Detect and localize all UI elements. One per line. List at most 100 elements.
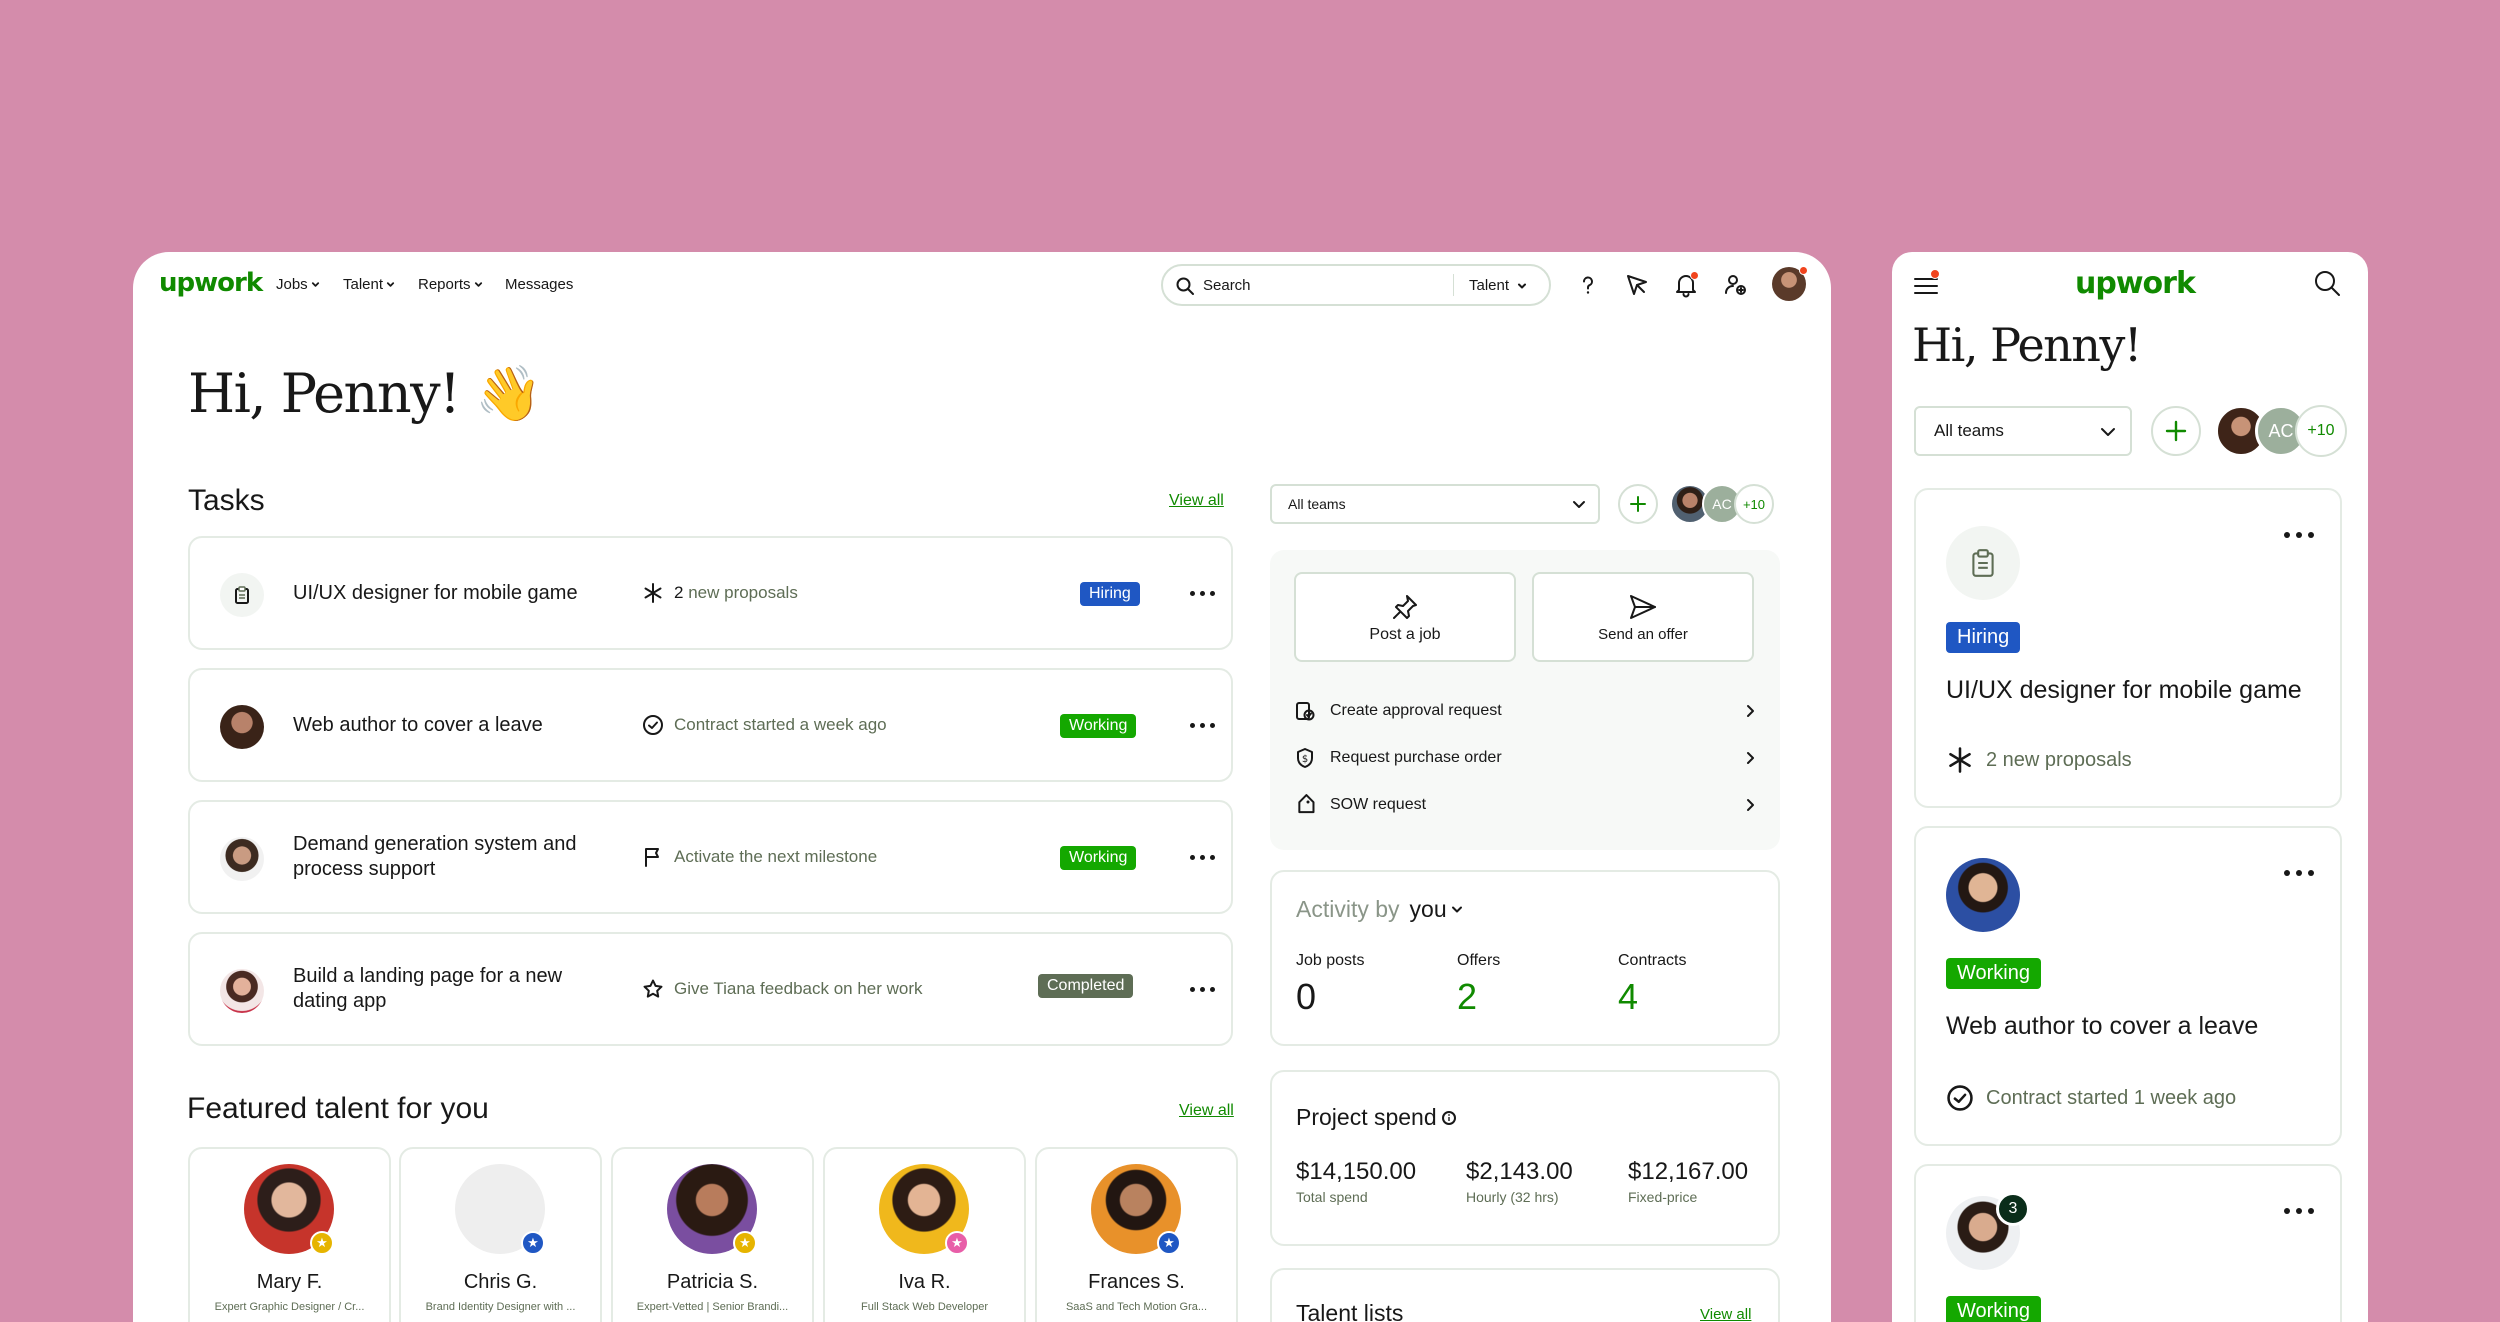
contracts-stat[interactable]: Contracts 4: [1618, 952, 1686, 1018]
task-meta-text: new proposals: [688, 583, 798, 602]
more-options-icon[interactable]: [1190, 855, 1216, 861]
approval-doc-icon: [1296, 702, 1315, 721]
task-meta: Give Tiana feedback on her work: [642, 978, 923, 1000]
status-badge: Working: [1060, 714, 1137, 738]
task-title[interactable]: Build a landing page for a new dating ap…: [293, 934, 583, 1044]
task-meta-text: Give Tiana feedback on her work: [674, 979, 923, 998]
talent-lists-view-all-link[interactable]: View all: [1700, 1306, 1751, 1322]
top-rated-badge-icon: ★: [1157, 1231, 1181, 1255]
task-card[interactable]: 3 Working: [1914, 1164, 2342, 1322]
search-input[interactable]: Search: [1203, 277, 1251, 294]
chevron-down-icon: [474, 282, 482, 287]
task-title[interactable]: Web author to cover a leave: [293, 670, 583, 780]
task-meta: 2 new proposals: [1946, 746, 2132, 774]
asterisk-icon: [644, 583, 662, 603]
task-row[interactable]: UI/UX designer for mobile game 2 new pro…: [188, 536, 1233, 650]
notifications-button[interactable]: [1673, 271, 1699, 298]
spend-label: Total spend: [1296, 1189, 1368, 1205]
nav-jobs-label: Jobs: [276, 276, 308, 293]
more-options-icon[interactable]: [1190, 591, 1216, 597]
upwork-logo[interactable]: upwork: [159, 268, 263, 298]
request-purchase-order-item[interactable]: $ Request purchase order: [1294, 743, 1756, 773]
stat-value: 4: [1618, 976, 1639, 1017]
talent-card[interactable]: ★ Iva R. Full Stack Web Developer: [823, 1147, 1026, 1322]
plus-icon: [2165, 420, 2187, 442]
task-row[interactable]: Demand generation system and process sup…: [188, 800, 1233, 914]
talent-card[interactable]: ★ Patricia S. Expert-Vetted | Senior Bra…: [611, 1147, 814, 1322]
desktop-window: upwork Jobs Talent Reports Messages Sear…: [133, 252, 1831, 1322]
task-card[interactable]: Hiring UI/UX designer for mobile game 2 …: [1914, 488, 2342, 808]
top-rated-badge-icon: ★: [521, 1231, 545, 1255]
team-select[interactable]: All teams: [1270, 484, 1600, 524]
talent-card[interactable]: ★ Frances S. SaaS and Tech Motion Gra...: [1035, 1147, 1238, 1322]
more-options-icon[interactable]: [1190, 987, 1216, 993]
activity-by-select[interactable]: you: [1410, 896, 1463, 923]
info-icon[interactable]: [1441, 1110, 1457, 1126]
talent-lists-title: Talent lists: [1296, 1300, 1404, 1322]
talent-name: Chris G.: [463, 1271, 538, 1293]
task-title[interactable]: Demand generation system and process sup…: [293, 802, 583, 912]
more-options-icon[interactable]: [2284, 870, 2314, 876]
task-row[interactable]: Web author to cover a leave Contract sta…: [188, 668, 1233, 782]
talent-card[interactable]: ★ Chris G. Brand Identity Designer with …: [399, 1147, 602, 1322]
nav-reports-label: Reports: [418, 276, 471, 293]
create-approval-request-item[interactable]: Create approval request: [1294, 696, 1756, 726]
search-icon: [1176, 277, 1194, 295]
job-posts-stat[interactable]: Job posts 0: [1296, 952, 1364, 1018]
user-settings-icon[interactable]: [1723, 272, 1749, 298]
more-options-icon[interactable]: [2284, 532, 2314, 538]
clipboard-icon: [1972, 549, 1994, 577]
svg-text:$: $: [1302, 754, 1308, 765]
clipboard-icon: [235, 586, 249, 604]
nav-messages[interactable]: Messages: [505, 276, 573, 293]
featured-view-all-link[interactable]: View all: [1179, 1102, 1234, 1120]
help-icon[interactable]: [1575, 272, 1601, 298]
task-meta-text: 2 new proposals: [1986, 748, 2132, 771]
more-members-count[interactable]: +10: [2295, 405, 2347, 457]
team-select[interactable]: All teams: [1914, 406, 2132, 456]
team-select-value: All teams: [1288, 496, 1346, 512]
tag-icon: [1298, 794, 1315, 814]
post-job-label: Post a job: [1369, 626, 1441, 643]
talent-card[interactable]: ★ Mary F. Expert Graphic Designer / Cr..…: [188, 1147, 391, 1322]
sow-request-item[interactable]: SOW request: [1294, 790, 1756, 820]
post-job-button[interactable]: Post a job: [1294, 572, 1516, 662]
search-scope-label: Talent: [1469, 277, 1510, 294]
add-button[interactable]: [2151, 406, 2201, 456]
total-spend: $14,150.00 Total spend: [1296, 1158, 1416, 1205]
nav-jobs[interactable]: Jobs: [276, 276, 320, 293]
project-spend-card: Project spend $14,150.00 Total spend $2,…: [1270, 1070, 1780, 1246]
nav-reports[interactable]: Reports: [418, 276, 483, 293]
upwork-logo[interactable]: upwork: [2075, 266, 2196, 301]
notification-dot: [1690, 271, 1699, 280]
search-bar[interactable]: Search Talent: [1161, 264, 1551, 306]
direct-contracts-icon[interactable]: [1624, 272, 1650, 298]
stat-value: 0: [1296, 976, 1317, 1017]
tasks-view-all-link[interactable]: View all: [1169, 492, 1224, 510]
add-button[interactable]: [1618, 484, 1658, 524]
search-scope-select[interactable]: Talent: [1469, 277, 1527, 294]
search-icon[interactable]: [2312, 268, 2342, 298]
flag-icon: [645, 848, 659, 867]
task-meta: Contract started a week ago: [642, 714, 887, 736]
more-options-icon[interactable]: [1190, 723, 1216, 729]
stat-value: 2: [1457, 976, 1478, 1017]
status-badge: Hiring: [1080, 582, 1140, 606]
task-row[interactable]: Build a landing page for a new dating ap…: [188, 932, 1233, 1046]
asterisk-icon: [1949, 747, 1971, 773]
task-title[interactable]: UI/UX designer for mobile game: [293, 538, 583, 648]
project-spend-header: Project spend: [1296, 1104, 1457, 1131]
page-greeting: Hi, Penny! 👋: [188, 362, 542, 426]
more-options-icon[interactable]: [2284, 1208, 2314, 1214]
send-offer-button[interactable]: Send an offer: [1532, 572, 1754, 662]
chevron-right-icon: [1747, 799, 1754, 811]
featured-talent-heading: Featured talent for you: [187, 1092, 489, 1125]
offers-stat[interactable]: Offers 2: [1457, 952, 1500, 1018]
nav-talent[interactable]: Talent: [343, 276, 395, 293]
task-meta: 2 new proposals: [642, 582, 798, 604]
wave-emoji-icon: 👋: [475, 362, 543, 425]
more-members-count[interactable]: +10: [1734, 484, 1774, 524]
task-card[interactable]: Working Web author to cover a leave Cont…: [1914, 826, 2342, 1146]
task-meta-text: Contract started 1 week ago: [1986, 1086, 2237, 1109]
status-badge: Working: [1946, 958, 2041, 989]
